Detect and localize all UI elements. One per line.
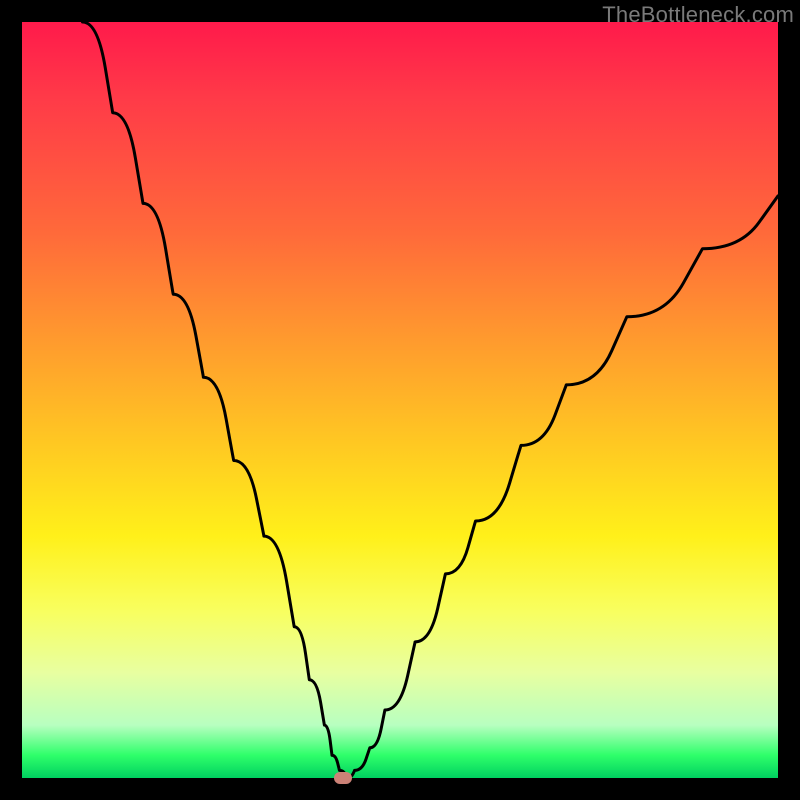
curve-path (83, 22, 779, 778)
watermark-text: TheBottleneck.com (602, 2, 794, 28)
min-marker (334, 772, 352, 784)
chart-frame: TheBottleneck.com (0, 0, 800, 800)
plot-area (22, 22, 778, 778)
bottleneck-curve (22, 22, 778, 778)
